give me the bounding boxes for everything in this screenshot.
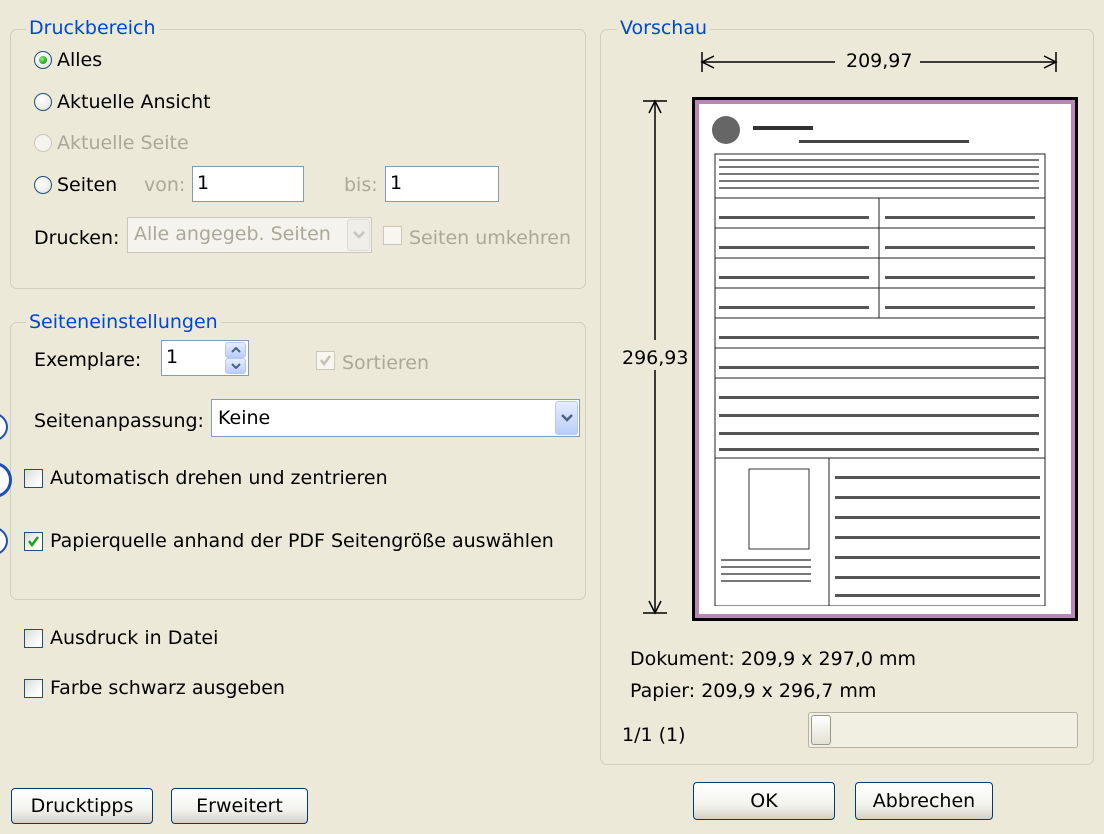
spin-up-icon[interactable] bbox=[225, 342, 246, 358]
page-settings-legend: Seiteneinstellungen bbox=[26, 311, 221, 333]
collate-checkbox bbox=[316, 351, 335, 370]
page-slider-thumb[interactable] bbox=[811, 715, 831, 745]
radio-current-view-label[interactable]: Aktuelle Ansicht bbox=[57, 90, 211, 114]
radio-current-view[interactable] bbox=[34, 93, 52, 111]
ok-button[interactable]: OK bbox=[693, 782, 835, 820]
print-tips-button[interactable]: Drucktipps bbox=[11, 788, 153, 824]
preview-legend: Vorschau bbox=[617, 17, 711, 39]
print-subset-select: Alle angegeb. Seiten bbox=[127, 217, 372, 253]
chevron-down-icon bbox=[347, 219, 370, 251]
radio-all-label[interactable]: Alles bbox=[57, 48, 102, 72]
print-subset-label: Drucken: bbox=[34, 227, 120, 249]
print-black-label[interactable]: Farbe schwarz ausgeben bbox=[50, 676, 285, 700]
radio-current-page-label: Aktuelle Seite bbox=[57, 132, 189, 154]
collate-label: Sortieren bbox=[342, 352, 430, 374]
radio-current-page bbox=[34, 134, 52, 152]
page-scaling-label: Seitenanpassung: bbox=[34, 410, 204, 432]
radio-all[interactable] bbox=[34, 51, 52, 69]
to-input[interactable]: 1 bbox=[385, 166, 499, 202]
copies-label: Exemplare: bbox=[34, 349, 142, 371]
from-input[interactable]: 1 bbox=[192, 166, 304, 202]
to-label: bis: bbox=[344, 174, 378, 196]
print-subset-value: Alle angegeb. Seiten bbox=[134, 223, 331, 245]
spin-down-icon[interactable] bbox=[225, 358, 246, 374]
radio-pages-label[interactable]: Seiten bbox=[57, 173, 117, 197]
auto-rotate-checkbox[interactable] bbox=[24, 469, 43, 488]
radio-pages[interactable] bbox=[34, 176, 52, 194]
reverse-pages-label: Seiten umkehren bbox=[409, 227, 571, 249]
chevron-down-icon[interactable] bbox=[555, 401, 578, 435]
page-slider[interactable] bbox=[808, 712, 1078, 748]
document-size-info: Dokument: 209,9 x 297,0 mm bbox=[630, 648, 917, 670]
cropped-radio-edge-2 bbox=[0, 412, 8, 442]
print-range-legend: Druckbereich bbox=[26, 17, 159, 39]
paper-size-info: Papier: 209,9 x 296,7 mm bbox=[630, 680, 877, 702]
height-dimension-label: 296,93 bbox=[622, 347, 689, 369]
paper-source-checkbox[interactable] bbox=[24, 532, 43, 551]
width-dimension-label: 209,97 bbox=[846, 50, 913, 72]
page-indicator: 1/1 (1) bbox=[622, 724, 686, 746]
page-scaling-select[interactable]: Keine bbox=[211, 399, 580, 437]
from-label: von: bbox=[144, 174, 186, 196]
cancel-button[interactable]: Abbrechen bbox=[855, 782, 993, 820]
cropped-radio-edge-3 bbox=[0, 526, 8, 556]
page-scaling-value: Keine bbox=[218, 407, 271, 429]
page-preview-thumbnail bbox=[692, 97, 1078, 621]
print-to-file-checkbox[interactable] bbox=[24, 629, 43, 648]
advanced-button[interactable]: Erweitert bbox=[171, 788, 308, 824]
auto-rotate-label[interactable]: Automatisch drehen und zentrieren bbox=[50, 466, 388, 490]
print-black-checkbox[interactable] bbox=[24, 679, 43, 698]
paper-source-label[interactable]: Papierquelle anhand der PDF Seitengröße … bbox=[50, 529, 554, 553]
reverse-pages-checkbox bbox=[383, 226, 402, 245]
document-thumbnail-icon bbox=[712, 116, 1046, 607]
print-to-file-label[interactable]: Ausdruck in Datei bbox=[50, 626, 218, 650]
